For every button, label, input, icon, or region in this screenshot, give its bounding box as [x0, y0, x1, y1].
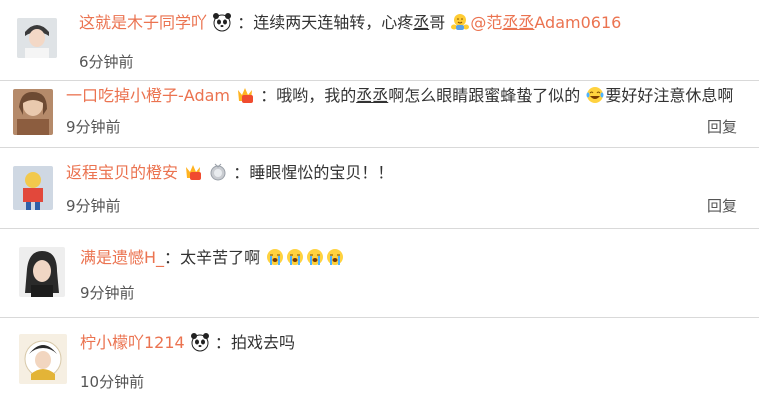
username-link[interactable]: 返程宝贝的橙安 [66, 163, 178, 182]
comment-time: 9分钟前 [66, 197, 121, 215]
panda-icon [190, 333, 209, 352]
colon: ： [233, 163, 250, 182]
comment-item: 一口吃掉小橙子-Adam ：哦哟，我的丞丞啊怎么眼睛跟蜜蜂蛰了似的 要好好注意休… [0, 81, 759, 147]
laugh-cry-emoji-icon [586, 87, 604, 103]
username-link[interactable]: 这就是木子同学吖 [79, 13, 207, 32]
avatar[interactable] [13, 89, 53, 135]
vip-badge-icon [238, 88, 254, 103]
comment-text: 睡眼惺忪的宝贝！！ [249, 163, 394, 182]
avatar[interactable] [19, 247, 65, 297]
colon: ： [237, 13, 254, 32]
comment-item: 柠小檬吖1214 ：拍戏去吗 10分钟前 [0, 318, 759, 406]
avatar[interactable] [13, 166, 53, 210]
avatar[interactable] [17, 18, 57, 58]
vip-badge-icon [186, 165, 202, 180]
comment-text: 啊怎么眼睛跟蜜蜂蛰了似的 [388, 86, 581, 105]
reply-button[interactable]: 回复 [707, 196, 737, 216]
comment-time: 6分钟前 [79, 53, 134, 71]
username-link[interactable]: 满是遗憾H_ [80, 248, 164, 267]
crying-emoji-icon [307, 249, 324, 265]
comment-text-underlined: 丞丞 [356, 86, 389, 105]
comment-time: 10分钟前 [80, 373, 145, 391]
comment-item: 满是遗憾H_：太辛苦了啊 9分钟前 [0, 229, 759, 317]
comment-text: 哥 [429, 13, 446, 32]
comment-text-underlined: 丞 [413, 13, 430, 32]
colon: ： [214, 333, 231, 352]
comment-text: 哦哟，我的 [276, 86, 357, 105]
comment-text: 拍戏去吗 [230, 333, 295, 352]
avatar[interactable] [19, 334, 67, 384]
comment-item: 这就是木子同学吖 ：连续两天连轴转，心疼丞哥 @范丞丞Adam0616 6分钟前 [0, 0, 759, 80]
medal-icon [210, 163, 226, 181]
mention-link[interactable]: @范丞丞Adam0616 [470, 13, 621, 32]
username-link[interactable]: 柠小檬吖1214 [80, 333, 185, 352]
crying-emoji-icon [265, 248, 345, 267]
comment-text: 太辛苦了啊 [180, 248, 261, 267]
crying-emoji-icon [287, 249, 304, 265]
crying-emoji-icon [327, 249, 344, 265]
colon: ： [164, 248, 181, 267]
crying-emoji-icon [267, 249, 284, 265]
comment-item: 返程宝贝的橙安 ：睡眼惺忪的宝贝！！ 9分钟前 回复 [0, 148, 759, 228]
panda-icon [213, 13, 232, 32]
comment-time: 9分钟前 [80, 284, 135, 302]
comment-time: 9分钟前 [66, 118, 121, 136]
username-link[interactable]: 一口吃掉小橙子-Adam [66, 86, 230, 105]
comment-text: 连续两天连轴转，心疼 [253, 13, 414, 32]
colon: ： [260, 86, 277, 105]
reply-button[interactable]: 回复 [707, 117, 737, 137]
hug-emoji-icon [451, 14, 470, 30]
comment-text: 要好好注意休息啊 [605, 86, 734, 105]
